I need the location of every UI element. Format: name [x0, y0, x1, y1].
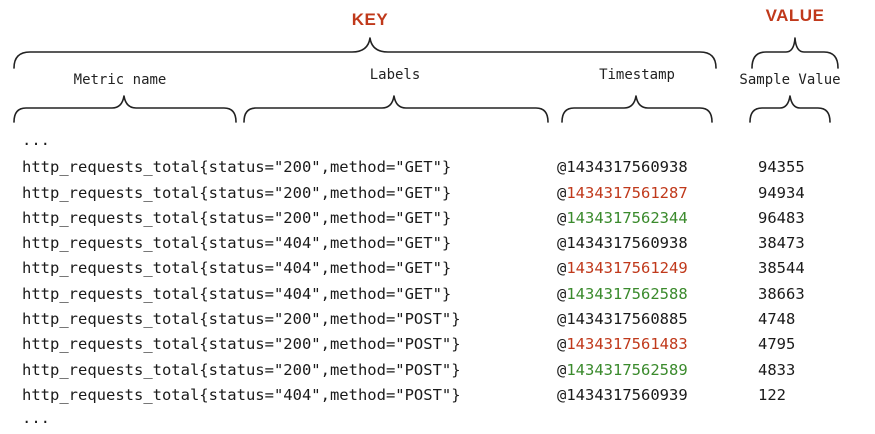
timestamp-at-sign: @	[557, 208, 567, 227]
timestamp-cell: @1434317562344	[557, 206, 688, 231]
metric-key: http_requests_total{status="404",method=…	[22, 234, 452, 253]
metric-key: http_requests_total{status="200",method=…	[22, 310, 461, 329]
timestamp-label: Timestamp	[599, 67, 675, 83]
timestamp-value: 1434317560938	[566, 158, 688, 177]
timestamp-brace	[561, 95, 713, 123]
sample-value: 96483	[758, 208, 805, 227]
metric-key: http_requests_total{status="200",method=…	[22, 158, 452, 177]
sample-value: 4795	[758, 335, 796, 354]
value-header: VALUE	[765, 6, 825, 25]
timestamp-cell: @1434317560938	[557, 231, 688, 256]
timestamp-cell: @1434317561249	[557, 256, 688, 281]
metric-key: http_requests_total{status="200",method=…	[22, 183, 452, 202]
table-row: http_requests_total{status="404",method=…	[22, 282, 862, 307]
timestamp-at-sign: @	[557, 360, 567, 379]
labels-brace	[243, 95, 549, 123]
timestamp-value: 1434317562588	[566, 284, 688, 303]
metric-key: http_requests_total{status="404",method=…	[22, 259, 452, 278]
row-container: http_requests_total{status="200",method=…	[22, 155, 862, 408]
table-row: http_requests_total{status="200",method=…	[22, 206, 862, 231]
sample-rows: ... http_requests_total{status="200",met…	[22, 130, 862, 434]
table-row: http_requests_total{status="404",method=…	[22, 383, 862, 408]
ellipsis-bottom: ...	[22, 409, 50, 428]
sample-value: 38473	[758, 234, 805, 253]
timestamp-at-sign: @	[557, 234, 567, 253]
table-row: http_requests_total{status="200",method=…	[22, 155, 862, 180]
timestamp-at-sign: @	[557, 310, 567, 329]
timestamp-value: 1434317560939	[566, 385, 688, 404]
sample-value: 94355	[758, 158, 805, 177]
timestamp-cell: @1434317560939	[557, 383, 688, 408]
metric-key: http_requests_total{status="200",method=…	[22, 360, 461, 379]
sample-value: 122	[758, 385, 786, 404]
metric-key: http_requests_total{status="200",method=…	[22, 335, 461, 354]
timestamp-at-sign: @	[557, 385, 567, 404]
sample-value: 38544	[758, 259, 805, 278]
sample-value-label: Sample Value	[739, 72, 841, 88]
timestamp-value: 1434317562589	[566, 360, 688, 379]
labels-label: Labels	[369, 67, 421, 83]
table-row: http_requests_total{status="404",method=…	[22, 256, 862, 281]
metric-key: http_requests_total{status="404",method=…	[22, 385, 461, 404]
timestamp-at-sign: @	[557, 183, 567, 202]
timestamp-cell: @1434317560885	[557, 307, 688, 332]
timestamp-value: 1434317561287	[566, 183, 688, 202]
sample-value-brace	[749, 95, 831, 123]
metric-key: http_requests_total{status="200",method=…	[22, 208, 452, 227]
table-row: http_requests_total{status="200",method=…	[22, 358, 862, 383]
key-header: KEY	[351, 10, 389, 29]
timestamp-cell: @1434317561287	[557, 181, 688, 206]
table-row: http_requests_total{status="200",method=…	[22, 307, 862, 332]
timestamp-at-sign: @	[557, 284, 567, 303]
sample-value: 38663	[758, 284, 805, 303]
table-row: http_requests_total{status="404",method=…	[22, 231, 862, 256]
key-brace	[13, 37, 717, 69]
timestamp-value: 1434317561483	[566, 335, 688, 354]
metric-name-label: Metric name	[73, 72, 167, 88]
timestamp-value: 1434317560938	[566, 234, 688, 253]
timestamp-at-sign: @	[557, 335, 567, 354]
timestamp-cell: @1434317562589	[557, 358, 688, 383]
metric-key: http_requests_total{status="404",method=…	[22, 284, 452, 303]
metrics-diagram: KEY VALUE Metric name Labels Timestamp S…	[0, 0, 875, 427]
table-row: http_requests_total{status="200",method=…	[22, 181, 862, 206]
sample-value: 4748	[758, 310, 796, 329]
metric-name-brace	[13, 95, 237, 123]
timestamp-at-sign: @	[557, 158, 567, 177]
table-row: http_requests_total{status="200",method=…	[22, 332, 862, 357]
sample-value: 4833	[758, 360, 796, 379]
timestamp-cell: @1434317562588	[557, 282, 688, 307]
sample-value: 94934	[758, 183, 805, 202]
timestamp-value: 1434317562344	[566, 208, 688, 227]
value-brace	[751, 37, 839, 69]
timestamp-value: 1434317560885	[566, 310, 688, 329]
ellipsis-top: ...	[22, 131, 50, 149]
timestamp-value: 1434317561249	[566, 259, 688, 278]
timestamp-at-sign: @	[557, 259, 567, 278]
timestamp-cell: @1434317560938	[557, 155, 688, 180]
timestamp-cell: @1434317561483	[557, 332, 688, 357]
